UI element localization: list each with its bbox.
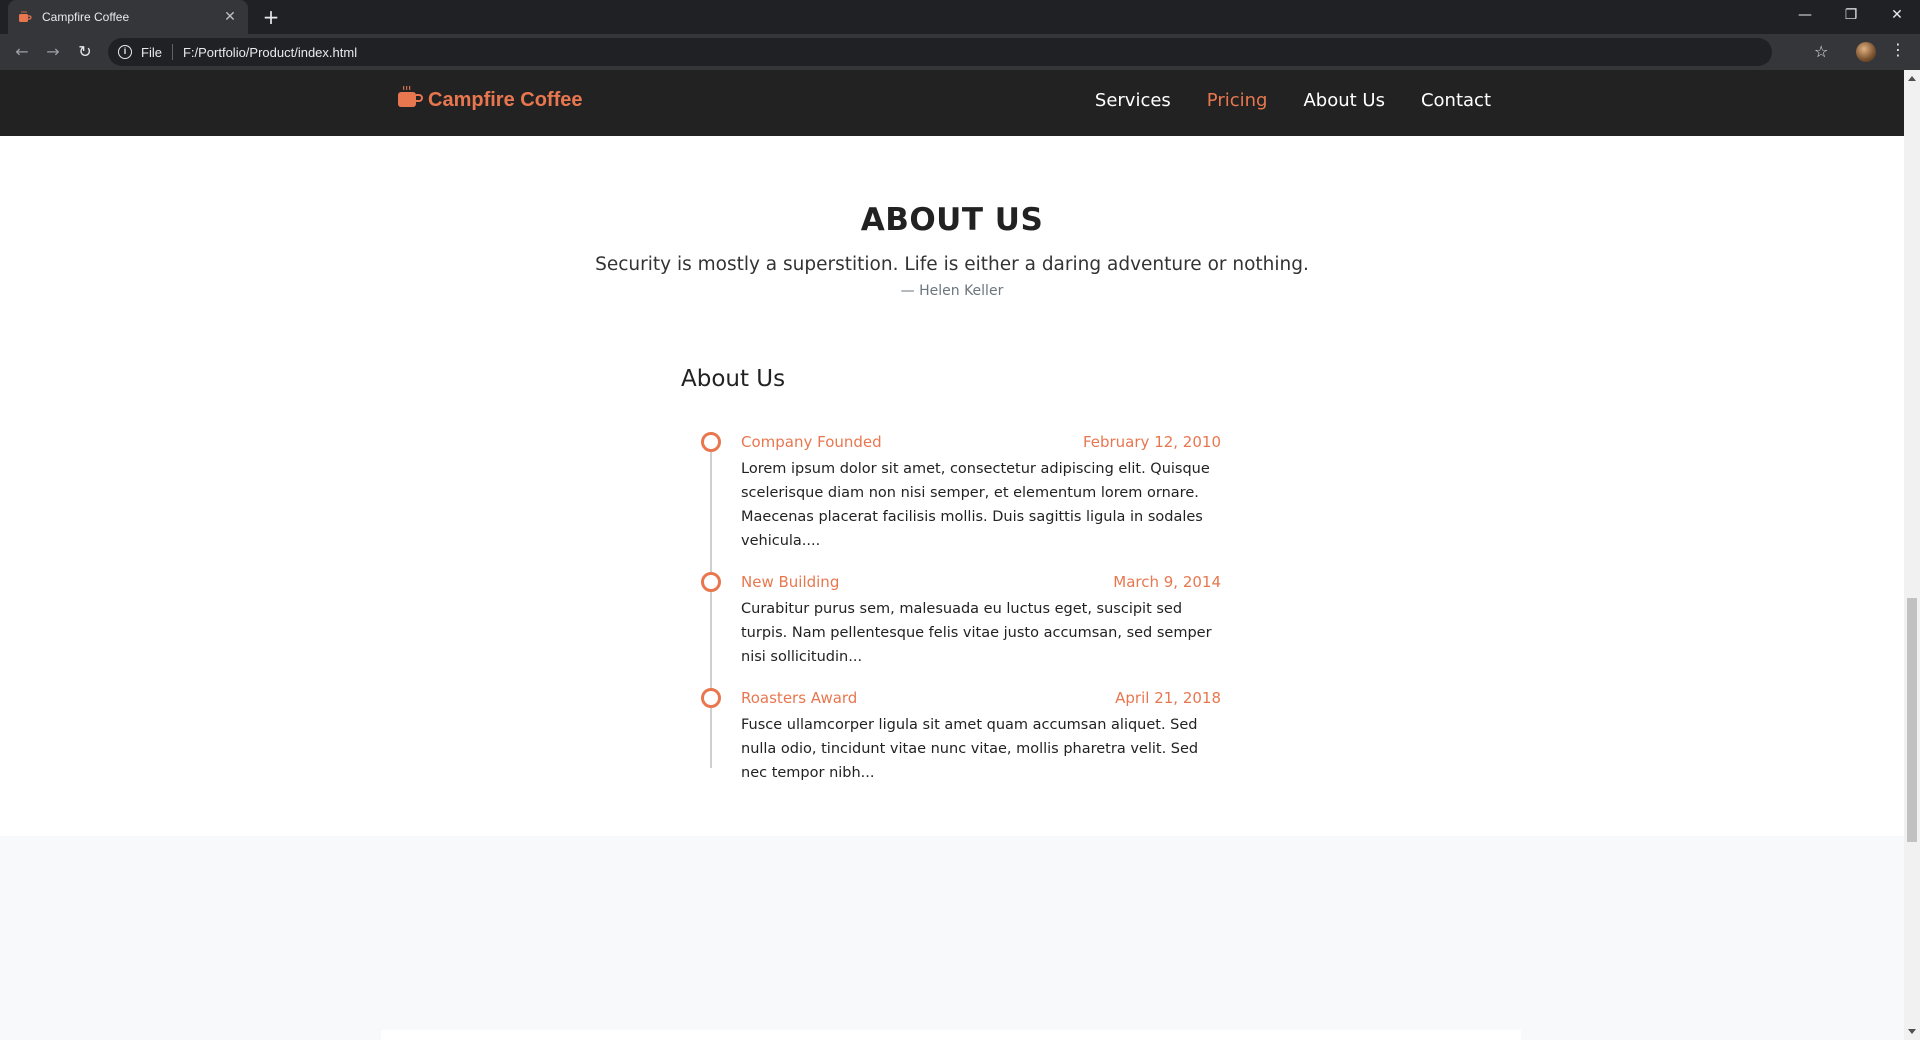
- timeline-dot-icon: [701, 572, 721, 592]
- menu-kebab-icon[interactable]: ⋮: [1890, 40, 1906, 59]
- page-scrollbar[interactable]: [1904, 70, 1920, 1040]
- minimize-icon[interactable]: —: [1782, 0, 1828, 30]
- coffee-cup-icon: [396, 84, 424, 116]
- tab-title: Campfire Coffee: [42, 10, 130, 24]
- event-title: Company Founded: [741, 433, 882, 451]
- new-tab-icon[interactable]: +: [260, 6, 282, 28]
- brand-logo[interactable]: Campfire Coffee: [396, 84, 582, 116]
- timeline: About Us Company Founded February 12, 20…: [681, 366, 1221, 781]
- quote-author: — Helen Keller: [900, 283, 1004, 299]
- brand-name: Campfire Coffee: [428, 88, 583, 111]
- forward-icon[interactable]: →: [41, 40, 65, 64]
- main-menu: Services Pricing About Us Contact: [1095, 90, 1491, 111]
- next-section-card: [381, 1030, 1521, 1040]
- url-scheme: File: [141, 44, 162, 60]
- timeline-dot-icon: [701, 432, 721, 452]
- info-icon[interactable]: i: [118, 45, 132, 59]
- event-text: Fusce ullamcorper ligula sit amet quam a…: [741, 717, 1199, 781]
- browser-tab-bar: Campfire Coffee ✕ + — ❐ ✕: [0, 0, 1920, 34]
- profile-avatar[interactable]: [1856, 42, 1876, 62]
- close-window-icon[interactable]: ✕: [1874, 0, 1920, 30]
- bookmark-star-icon[interactable]: ☆: [1814, 42, 1828, 61]
- event-date: February 12, 2010: [1082, 433, 1221, 451]
- scroll-up-icon[interactable]: [1908, 76, 1916, 81]
- divider: [171, 44, 173, 60]
- back-icon[interactable]: ←: [10, 40, 34, 64]
- event-title: New Building: [741, 573, 840, 591]
- event-title: Roasters Award: [741, 689, 858, 707]
- scroll-thumb[interactable]: [1907, 598, 1917, 842]
- nav-link-pricing[interactable]: Pricing: [1207, 90, 1268, 111]
- next-section: [0, 836, 1904, 1040]
- nav-link-services[interactable]: Services: [1095, 90, 1171, 111]
- timeline-dot-icon: [701, 688, 721, 708]
- timeline-heading: About Us: [681, 366, 786, 392]
- event-date: March 9, 2014: [1113, 573, 1221, 591]
- scroll-down-icon[interactable]: [1908, 1029, 1916, 1034]
- browser-tab[interactable]: Campfire Coffee ✕: [8, 0, 248, 34]
- nav-link-about-us[interactable]: About Us: [1303, 90, 1385, 111]
- nav-link-contact[interactable]: Contact: [1421, 90, 1491, 111]
- url-text[interactable]: F:/Portfolio/Product/index.html: [183, 45, 357, 60]
- site-navbar: Campfire Coffee Services Pricing About U…: [0, 70, 1904, 136]
- reload-icon[interactable]: ↻: [73, 40, 97, 64]
- restore-icon[interactable]: ❐: [1828, 0, 1874, 30]
- timeline-line: [710, 432, 712, 768]
- event-date: April 21, 2018: [1115, 689, 1221, 707]
- section-title: ABOUT US: [860, 202, 1044, 238]
- coffee-cup-icon: [18, 10, 32, 24]
- event-text: Lorem ipsum dolor sit amet, consectetur …: [741, 461, 1210, 549]
- address-bar[interactable]: i File F:/Portfolio/Product/index.html: [108, 38, 1772, 66]
- close-tab-icon[interactable]: ✕: [222, 9, 238, 25]
- browser-toolbar: ← → ↻ i File F:/Portfolio/Product/index.…: [0, 34, 1920, 70]
- event-text: Curabitur purus sem, malesuada eu luctus…: [741, 601, 1212, 665]
- page-viewport: Campfire Coffee Services Pricing About U…: [0, 70, 1904, 1040]
- quote-text: Security is mostly a superstition. Life …: [595, 254, 1309, 275]
